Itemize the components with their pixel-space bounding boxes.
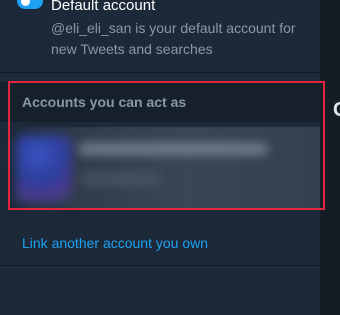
- default-account-description: @eli_eli_san is your default account for…: [51, 20, 296, 57]
- toggle-knob: [21, 0, 30, 6]
- link-another-account-link[interactable]: Link another account you own: [22, 235, 208, 251]
- divider: [0, 265, 320, 266]
- divider: [0, 72, 320, 73]
- adjacent-column-glyph: C: [333, 100, 340, 120]
- default-account-title: Default account: [51, 0, 156, 14]
- default-account-toggle[interactable]: [17, 0, 43, 9]
- annotation-highlight-box: [8, 81, 325, 210]
